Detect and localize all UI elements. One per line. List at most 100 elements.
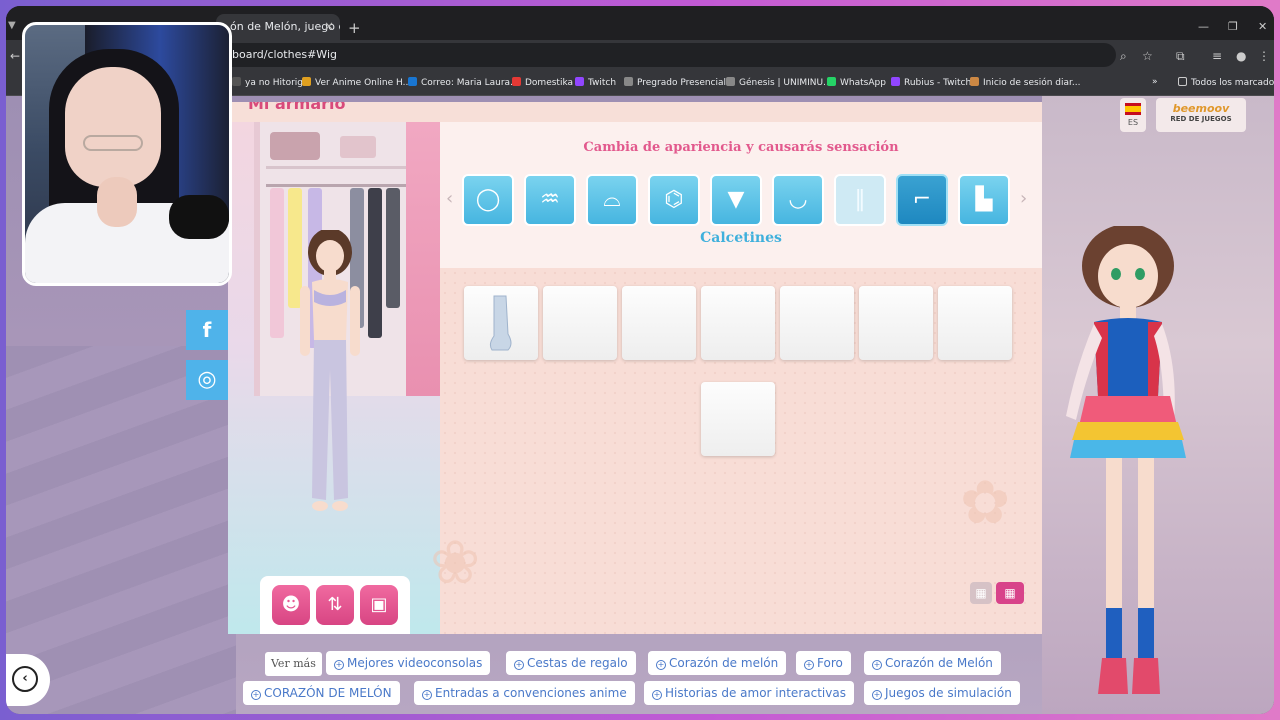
zoom-icon[interactable]: ⌕: [1120, 49, 1127, 64]
footer-link[interactable]: + Cestas de regalo: [506, 651, 636, 675]
streamer-hand: [97, 177, 137, 227]
footer-link[interactable]: + Foro: [796, 651, 851, 675]
plus-icon: +: [251, 690, 261, 700]
bookmark-item[interactable]: Twitch: [575, 77, 616, 88]
category-wigs-icon[interactable]: ♒: [524, 174, 576, 226]
bookmark-favicon: [575, 77, 584, 86]
browser-tab[interactable]: ón de Melón, juego de an ×: [216, 14, 340, 40]
bookmark-item[interactable]: Inicio de sesión diar...: [970, 77, 1080, 88]
ver-mas-button[interactable]: Ver más: [265, 652, 322, 676]
large-grid-view-icon[interactable]: ▦: [996, 582, 1024, 604]
bookmark-item[interactable]: Rubius - Twitch: [891, 77, 971, 88]
footer-link[interactable]: + Historias de amor interactivas: [644, 681, 854, 705]
new-tab-button[interactable]: +: [348, 19, 361, 37]
chevron-left-icon: ‹: [12, 666, 38, 692]
plus-icon: +: [872, 690, 882, 700]
category-selector: Cambia de apariencia y causarás sensació…: [440, 122, 1042, 268]
tagline: Cambia de apariencia y causarás sensació…: [583, 140, 899, 155]
item-slot[interactable]: [701, 382, 775, 456]
bookmark-favicon: [624, 77, 633, 86]
doll-preview: [300, 230, 360, 511]
bookmark-item[interactable]: ya no Hitorig...: [232, 77, 312, 88]
bag-icon: [270, 132, 320, 160]
category-underwear-icon[interactable]: ◡: [772, 174, 824, 226]
plus-icon: +: [872, 660, 882, 670]
clothes-rod: [266, 184, 406, 187]
prev-category-arrow[interactable]: ‹: [446, 188, 453, 209]
plus-icon: +: [422, 690, 432, 700]
bookmark-item[interactable]: Correo: Maria Laura...: [408, 77, 519, 88]
item-slot[interactable]: [859, 286, 933, 360]
instagram-button[interactable]: ◎: [186, 360, 228, 400]
small-grid-view-icon[interactable]: ▦: [970, 582, 992, 604]
more-bookmarks-icon[interactable]: »: [1152, 77, 1158, 87]
swap-button[interactable]: ⇅: [316, 585, 354, 625]
footer-link[interactable]: + Juegos de simulación: [864, 681, 1020, 705]
microphone: [169, 195, 229, 239]
item-slot[interactable]: [938, 286, 1012, 360]
extensions-icon[interactable]: ⧉: [1176, 49, 1185, 64]
maximize-icon[interactable]: ❐: [1228, 20, 1238, 33]
category-jackets-icon[interactable]: ⌬: [648, 174, 700, 226]
bookmark-favicon: [512, 77, 521, 86]
background-floor: [6, 346, 236, 714]
pink-shelf: [406, 122, 440, 396]
bookmark-favicon: [232, 77, 241, 86]
selected-category-label: Calcetines: [700, 230, 782, 246]
item-slot[interactable]: [701, 286, 775, 360]
category-shoes-icon[interactable]: ▙: [958, 174, 1010, 226]
item-slot[interactable]: [780, 286, 854, 360]
category-tops-icon[interactable]: ▼: [710, 174, 762, 226]
category-hats-icon[interactable]: ⌓: [586, 174, 638, 226]
action-bar: ☻ ⇅ ▣: [260, 576, 410, 634]
next-category-arrow[interactable]: ›: [1020, 188, 1027, 209]
category-accessories-icon[interactable]: ◯: [462, 174, 514, 226]
folder-icon: [1178, 77, 1187, 86]
footer-link[interactable]: + Corazón de melón: [648, 651, 787, 675]
item-slot[interactable]: [622, 286, 696, 360]
menu-dots-icon[interactable]: ⋮: [1258, 49, 1270, 63]
close-window-icon[interactable]: ✕: [1258, 20, 1267, 33]
footer-link[interactable]: + Corazón de Melón: [864, 651, 1001, 675]
item-slot[interactable]: [464, 286, 538, 360]
all-bookmarks-folder[interactable]: Todos los marcadores: [1178, 77, 1274, 88]
minimize-icon[interactable]: —: [1198, 20, 1209, 33]
tab-search-icon[interactable]: ▼: [8, 20, 16, 31]
reading-list-icon[interactable]: ≡: [1212, 49, 1222, 63]
profile-avatar[interactable]: ●: [1236, 49, 1246, 63]
footer-link[interactable]: + Entradas a convenciones anime: [414, 681, 635, 705]
bookmark-favicon: [970, 77, 979, 86]
spain-flag-icon: [1125, 103, 1141, 115]
category-socks-icon[interactable]: ⌐: [896, 174, 948, 226]
footer-link[interactable]: + CORAZÓN DE MELÓN: [243, 681, 400, 705]
bookmark-favicon: [726, 77, 735, 86]
url-field[interactable]: board/clothes#Wig: [216, 43, 1116, 67]
sock-item-icon: [489, 295, 512, 351]
facebook-button[interactable]: f: [186, 310, 228, 350]
game-panel: ☻ ⇅ ▣ Mi armario Cambia de apariencia y …: [228, 102, 1042, 634]
footer-link[interactable]: + Mejores videoconsolas: [326, 651, 491, 675]
category-pants-icon[interactable]: ‖: [834, 174, 886, 226]
save-button[interactable]: ▣: [360, 585, 398, 625]
tab-close-icon[interactable]: ×: [324, 19, 334, 33]
plus-icon: +: [804, 660, 814, 670]
language-selector[interactable]: ES: [1120, 98, 1146, 132]
character-doll: [1066, 226, 1186, 694]
shelf: [266, 166, 406, 169]
plus-icon: +: [334, 660, 344, 670]
bookmark-item[interactable]: Pregrado Presencial...: [624, 77, 735, 88]
flower-decoration: ✿: [960, 468, 1011, 538]
bookmark-item[interactable]: Génesis | UNIMINU...: [726, 77, 832, 88]
bookmark-item[interactable]: Domestika: [512, 77, 573, 88]
item-grid: ❀ ✿ ▦ ▦: [430, 268, 1042, 634]
item-slot[interactable]: [543, 286, 617, 360]
bookmark-item[interactable]: Ver Anime Online H...: [302, 77, 411, 88]
hair-button[interactable]: ☻: [272, 585, 310, 625]
beemoov-logo[interactable]: beemoov RED DE JUEGOS: [1156, 98, 1246, 132]
bookmark-star-icon[interactable]: ☆: [1142, 49, 1153, 63]
glasses: [83, 135, 143, 151]
back-arrow-icon[interactable]: ←: [10, 49, 20, 63]
plus-icon: +: [656, 660, 666, 670]
bookmark-favicon: [827, 77, 836, 86]
bookmark-item[interactable]: WhatsApp: [827, 77, 886, 88]
